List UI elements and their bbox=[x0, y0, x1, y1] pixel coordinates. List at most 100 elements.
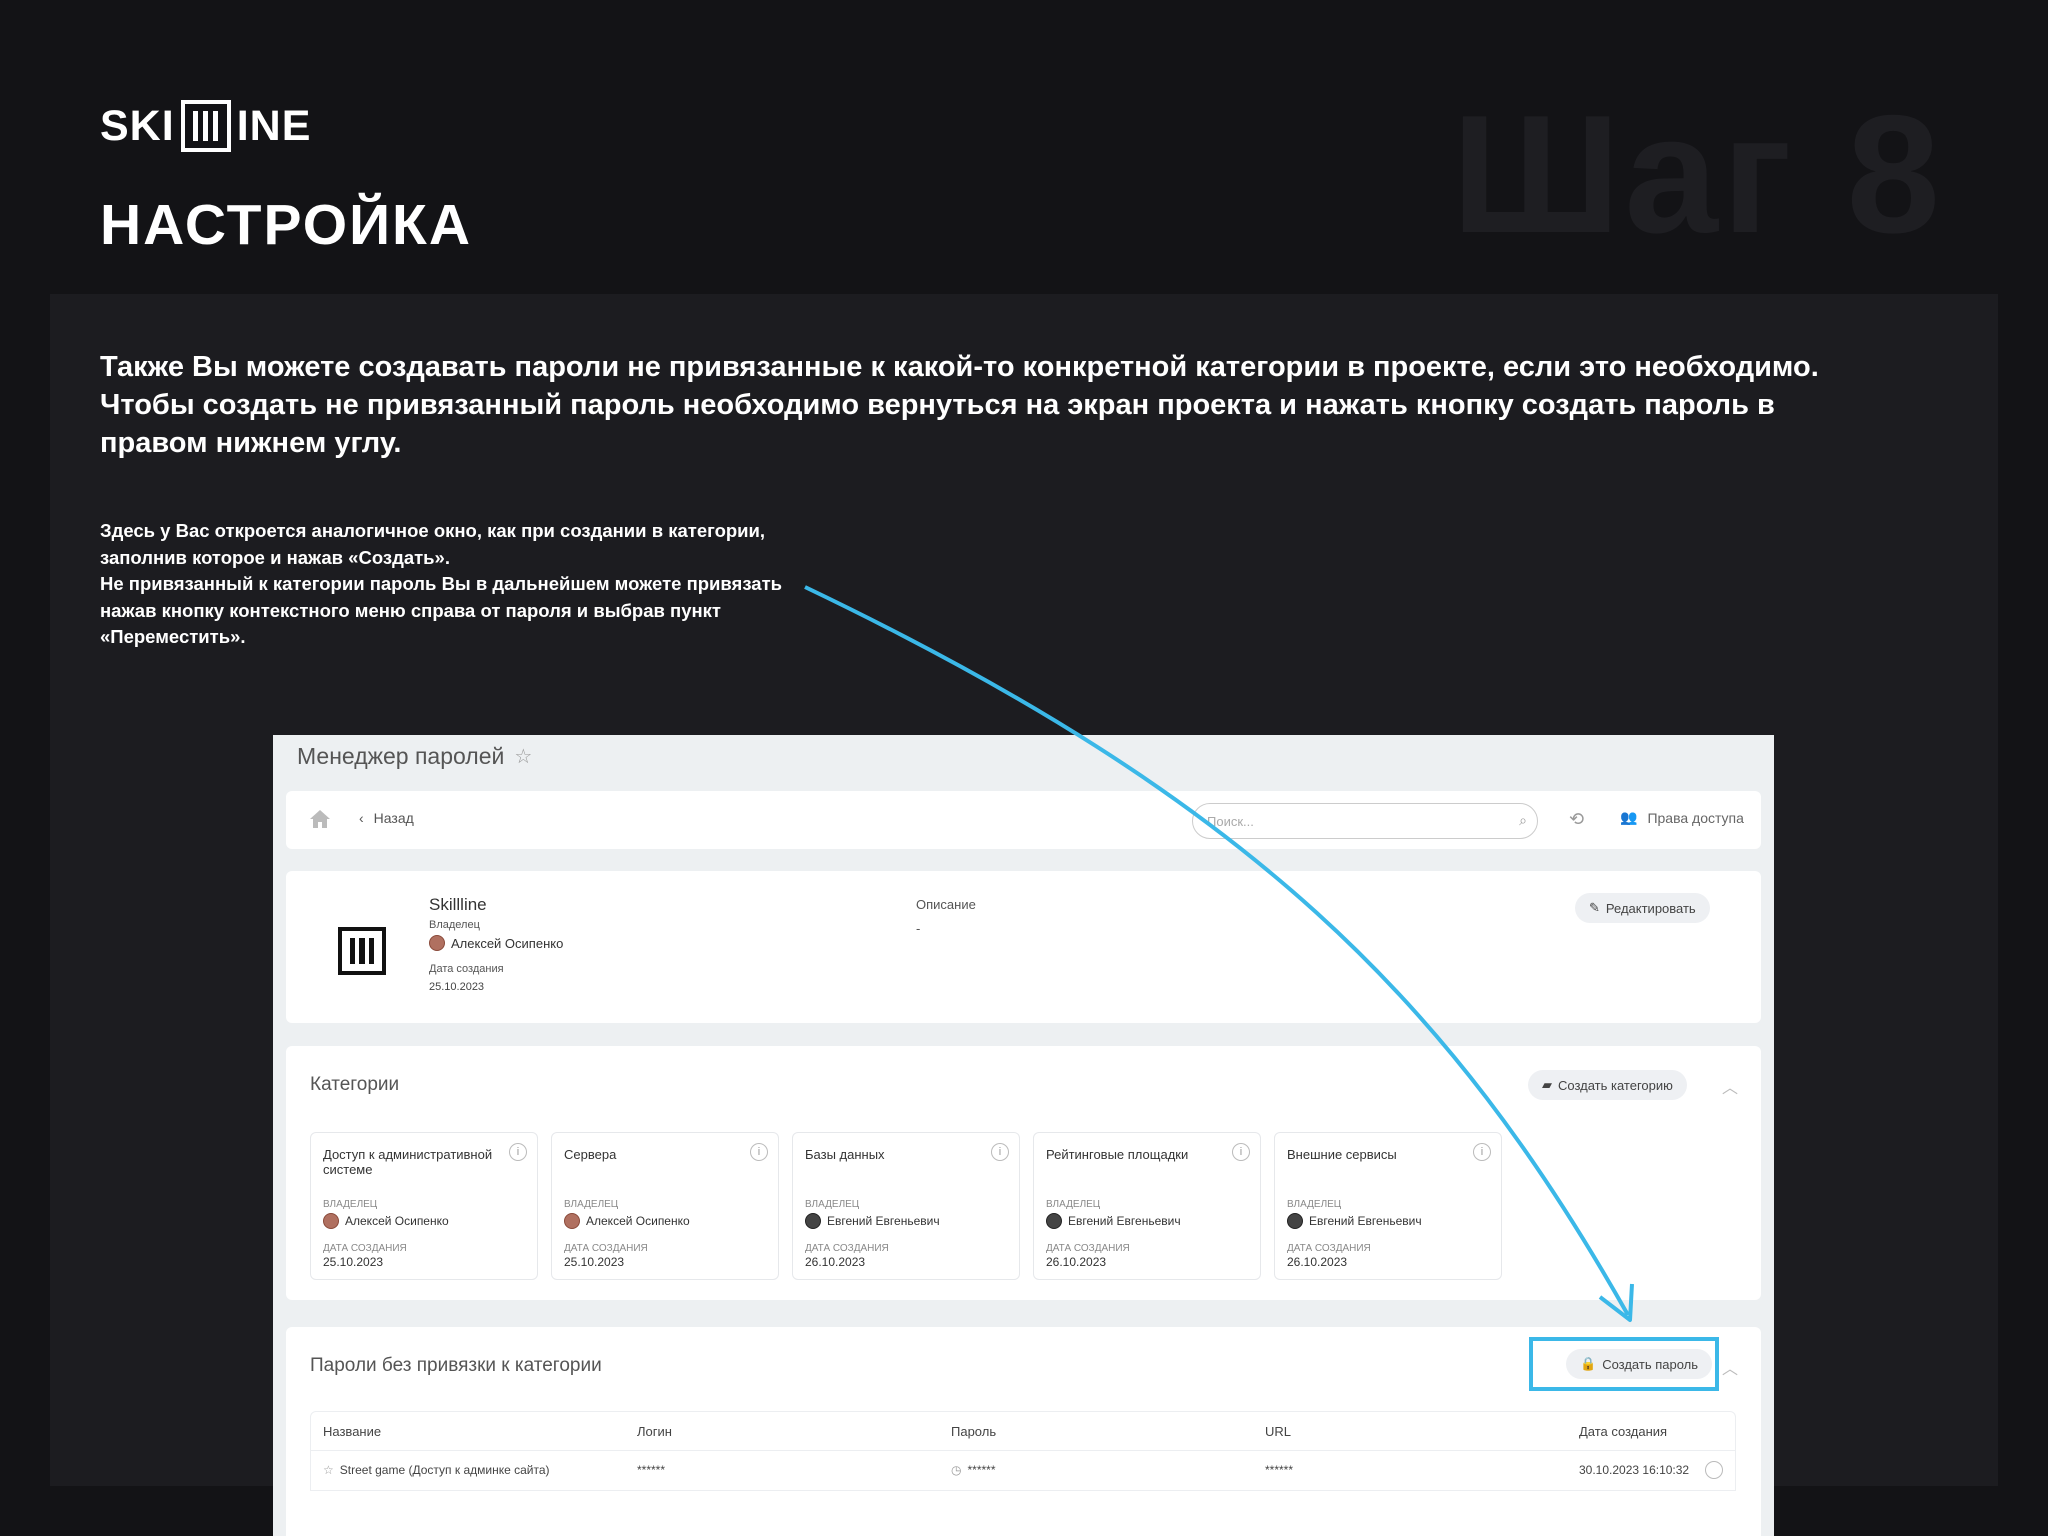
avatar bbox=[1046, 1213, 1062, 1229]
favorite-star-icon[interactable]: ☆ bbox=[514, 744, 532, 769]
column-url[interactable]: URL bbox=[1265, 1424, 1291, 1439]
edit-button[interactable]: ✎ Редактировать bbox=[1575, 893, 1710, 923]
info-icon[interactable]: i bbox=[509, 1143, 527, 1161]
column-login[interactable]: Логин bbox=[637, 1424, 672, 1439]
date-label: Дата создания bbox=[429, 963, 504, 975]
info-icon[interactable]: i bbox=[1473, 1143, 1491, 1161]
users-icon: 👥 bbox=[1620, 809, 1638, 825]
toolbar: ‹ Назад Поиск... ⌕ ⟲ 👥 Права доступа bbox=[286, 791, 1761, 849]
collapse-chevron-icon[interactable]: ︿ bbox=[1722, 1355, 1738, 1379]
category-card[interactable]: Рейтинговые площадки i ВЛАДЕЛЕЦ Евгений … bbox=[1033, 1132, 1261, 1280]
project-name: Skillline bbox=[429, 895, 487, 914]
search-icon: ⌕ bbox=[1519, 812, 1527, 828]
history-icon[interactable]: ⟲ bbox=[1569, 809, 1584, 830]
show-password-icon[interactable]: ◷ bbox=[951, 1463, 961, 1477]
category-date-label: ДАТА СОЗДАНИЯ bbox=[805, 1243, 889, 1254]
category-date-label: ДАТА СОЗДАНИЯ bbox=[323, 1243, 407, 1254]
chevron-left-icon: ‹ bbox=[359, 810, 364, 826]
row-password-text: ****** bbox=[967, 1463, 996, 1477]
note-line-2: Не привязанный к категории пароль Вы в д… bbox=[100, 573, 783, 647]
categories-title: Категории bbox=[310, 1074, 400, 1095]
row-name: ☆ Street game (Доступ к админке сайта) bbox=[323, 1463, 550, 1477]
avatar bbox=[323, 1213, 339, 1229]
category-owner: Алексей Осипенко bbox=[323, 1213, 449, 1229]
table-row[interactable]: ☆ Street game (Доступ к админке сайта) **… bbox=[310, 1451, 1736, 1491]
column-name[interactable]: Название bbox=[323, 1424, 381, 1439]
star-icon[interactable]: ☆ bbox=[323, 1463, 334, 1477]
category-owner-name: Алексей Осипенко bbox=[345, 1214, 449, 1228]
category-owner: Евгений Евгеньевич bbox=[1046, 1213, 1181, 1229]
row-date: 30.10.2023 16:10:32 bbox=[1579, 1463, 1690, 1477]
search-placeholder: Поиск... bbox=[1207, 814, 1254, 829]
category-name: Внешние сервисы bbox=[1287, 1147, 1397, 1162]
create-category-button[interactable]: ▰ Создать категорию bbox=[1528, 1070, 1687, 1100]
category-date: 26.10.2023 bbox=[1046, 1255, 1107, 1269]
passwords-table: Название Логин Пароль URL Дата создания … bbox=[310, 1411, 1736, 1491]
access-rights-button[interactable]: 👥 Права доступа bbox=[1620, 809, 1744, 826]
info-icon[interactable]: i bbox=[750, 1143, 768, 1161]
category-card[interactable]: Базы данных i ВЛАДЕЛЕЦ Евгений Евгеньеви… bbox=[792, 1132, 1020, 1280]
column-created[interactable]: Дата создания bbox=[1579, 1424, 1667, 1439]
category-owner-name: Евгений Евгеньевич bbox=[827, 1214, 940, 1228]
lead-text: Также Вы можете создавать пароли не прив… bbox=[100, 351, 1819, 459]
category-date: 25.10.2023 bbox=[323, 1255, 384, 1269]
category-owner: Алексей Осипенко bbox=[564, 1213, 690, 1229]
category-owner-name: Евгений Евгеньевич bbox=[1309, 1214, 1422, 1228]
logo-mark bbox=[180, 100, 231, 152]
logo-text-right: INE bbox=[236, 101, 312, 150]
category-owner-label: ВЛАДЕЛЕЦ bbox=[323, 1199, 378, 1210]
category-date-label: ДАТА СОЗДАНИЯ bbox=[1287, 1243, 1371, 1254]
column-password[interactable]: Пароль bbox=[951, 1424, 996, 1439]
skillline-logo: SKI INE bbox=[100, 100, 311, 152]
project-date: 25.10.2023 bbox=[429, 981, 485, 993]
create-category-label: Создать категорию bbox=[1558, 1077, 1673, 1093]
back-label: Назад bbox=[373, 810, 414, 826]
row-login: ****** bbox=[637, 1463, 666, 1477]
collapse-chevron-icon[interactable]: ︿ bbox=[1722, 1074, 1738, 1098]
app-title: Менеджер паролей ☆ bbox=[297, 743, 532, 770]
app-title-text: Менеджер паролей bbox=[297, 743, 505, 769]
note-line-1: Здесь у Вас откроется аналогичное окно, … bbox=[100, 520, 766, 568]
folder-icon: ▰ bbox=[1542, 1077, 1552, 1092]
table-header: Название Логин Пароль URL Дата создания bbox=[310, 1411, 1736, 1451]
description-value: - bbox=[916, 921, 921, 936]
logo-text-left: SKI bbox=[100, 101, 175, 150]
category-owner-name: Алексей Осипенко bbox=[586, 1214, 690, 1228]
step-number: Шаг 8 bbox=[1451, 80, 1944, 268]
category-owner-label: ВЛАДЕЛЕЦ bbox=[1287, 1199, 1342, 1210]
avatar bbox=[564, 1213, 580, 1229]
category-owner-label: ВЛАДЕЛЕЦ bbox=[1046, 1199, 1101, 1210]
access-rights-label: Права доступа bbox=[1647, 809, 1744, 826]
page-title: НАСТРОЙКА bbox=[100, 193, 472, 257]
context-menu-icon[interactable] bbox=[1705, 1461, 1723, 1479]
avatar bbox=[805, 1213, 821, 1229]
app-screenshot: Менеджер паролей ☆ ‹ Назад Поиск... ⌕ ⟲ … bbox=[273, 735, 1774, 1536]
home-icon[interactable] bbox=[308, 807, 332, 831]
category-card[interactable]: Доступ к административной системе i ВЛАД… bbox=[310, 1132, 538, 1280]
categories-section: Категории ▰ Создать категорию ︿ Доступ к… bbox=[286, 1046, 1761, 1300]
category-name: Рейтинговые площадки bbox=[1046, 1147, 1189, 1162]
category-date: 26.10.2023 bbox=[805, 1255, 866, 1269]
row-password: ◷ ****** bbox=[951, 1463, 996, 1477]
project-logo bbox=[338, 927, 386, 975]
note-text: Здесь у Вас откроется аналогичное окно, … bbox=[100, 518, 800, 651]
highlight-frame bbox=[1529, 1337, 1719, 1391]
avatar bbox=[1287, 1213, 1303, 1229]
row-url: ****** bbox=[1265, 1463, 1294, 1477]
description-label: Описание bbox=[916, 897, 976, 912]
category-name: Сервера bbox=[564, 1147, 617, 1162]
info-icon[interactable]: i bbox=[991, 1143, 1009, 1161]
category-owner-label: ВЛАДЕЛЕЦ bbox=[805, 1199, 860, 1210]
project-card: Skillline Владелец Алексей Осипенко Дата… bbox=[286, 871, 1761, 1023]
info-icon[interactable]: i bbox=[1232, 1143, 1250, 1161]
search-input[interactable]: Поиск... ⌕ bbox=[1192, 803, 1538, 839]
category-card[interactable]: Внешние сервисы i ВЛАДЕЛЕЦ Евгений Евген… bbox=[1274, 1132, 1502, 1280]
category-card[interactable]: Сервера i ВЛАДЕЛЕЦ Алексей Осипенко ДАТА… bbox=[551, 1132, 779, 1280]
project-owner: Алексей Осипенко bbox=[429, 935, 563, 951]
pencil-icon: ✎ bbox=[1589, 900, 1600, 915]
row-name-text: Street game (Доступ к админке сайта) bbox=[339, 1463, 550, 1477]
category-owner-label: ВЛАДЕЛЕЦ bbox=[564, 1199, 619, 1210]
category-date-label: ДАТА СОЗДАНИЯ bbox=[1046, 1243, 1130, 1254]
owner-label: Владелец bbox=[429, 919, 480, 931]
back-button[interactable]: ‹ Назад bbox=[359, 810, 414, 826]
